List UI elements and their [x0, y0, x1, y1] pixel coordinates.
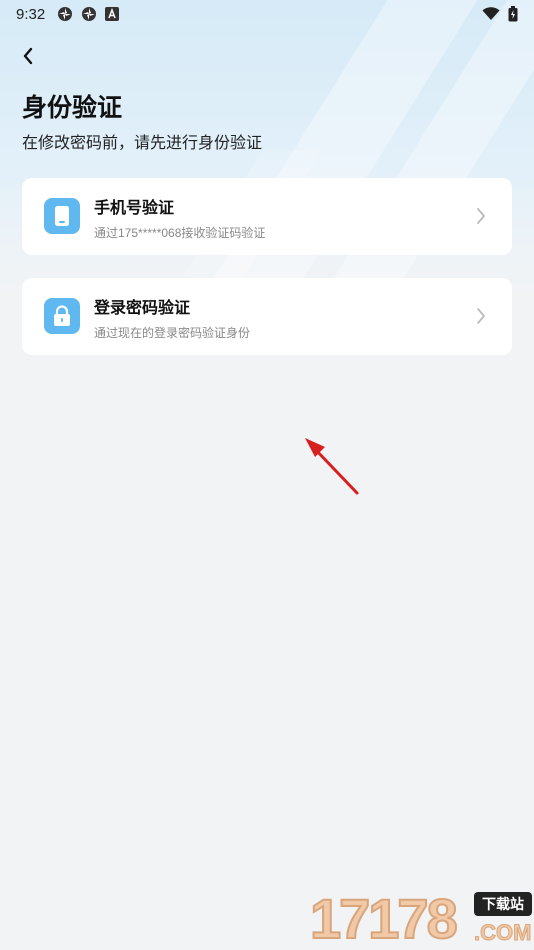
option-description: 通过现在的登录密码验证身份 — [94, 326, 251, 340]
battery-icon — [508, 6, 518, 22]
app-icon-1 — [58, 7, 73, 21]
back-button[interactable] — [14, 42, 42, 70]
a-icon — [105, 7, 120, 21]
chevron-right-icon — [477, 308, 485, 324]
phone-icon — [44, 198, 80, 234]
status-time: 9:32 — [16, 5, 46, 23]
watermark-logo: 17178 下载站 .COM — [308, 887, 534, 950]
chevron-left-icon — [23, 47, 33, 65]
password-verification-option[interactable]: 登录密码验证 通过现在的登录密码验证身份 — [22, 278, 512, 355]
phone-verification-option[interactable]: 手机号验证 通过175*****068接收验证码验证 — [22, 178, 512, 255]
page-title: 身份验证 — [22, 94, 123, 122]
lock-icon — [44, 298, 80, 334]
watermark-number: 17178 — [309, 887, 459, 950]
option-description: 通过175*****068接收验证码验证 — [94, 226, 266, 240]
watermark-badge: 下载站 — [474, 892, 532, 916]
annotation-arrow — [305, 438, 359, 495]
app-icon-2 — [82, 7, 97, 21]
option-title: 登录密码验证 — [94, 300, 191, 317]
status-bar: 9:32 — [0, 0, 534, 28]
option-title: 手机号验证 — [94, 200, 175, 217]
status-icons-left — [57, 6, 120, 22]
wifi-icon — [482, 7, 500, 20]
status-icons-right — [482, 6, 518, 22]
page-subtitle: 在修改密码前，请先进行身份验证 — [22, 135, 263, 152]
chevron-right-icon — [477, 208, 485, 224]
watermark-domain: .COM — [474, 920, 532, 946]
